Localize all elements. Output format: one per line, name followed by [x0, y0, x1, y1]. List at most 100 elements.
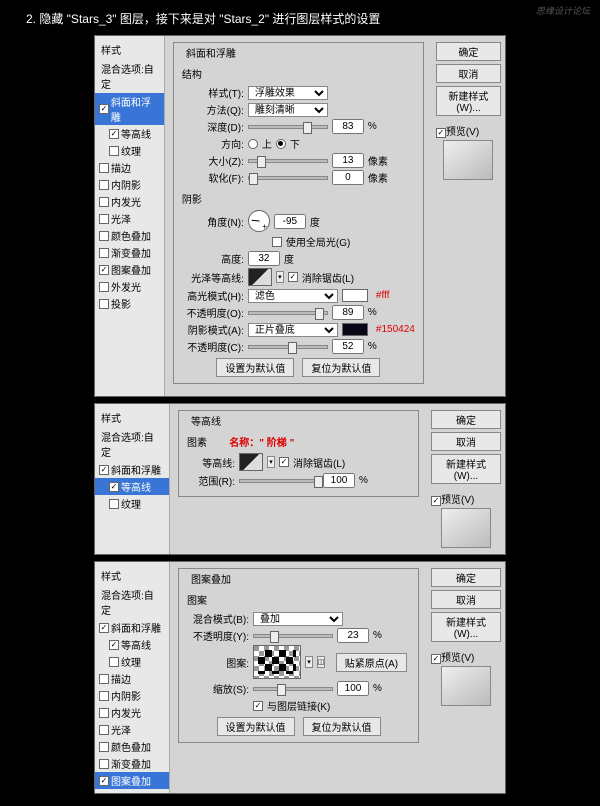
size-slider[interactable]	[248, 159, 328, 163]
range-input[interactable]	[323, 473, 355, 488]
gloss-contour-picker[interactable]	[248, 268, 272, 286]
soften-slider[interactable]	[248, 176, 328, 180]
dropdown-icon[interactable]: ▾	[267, 456, 275, 468]
range-slider[interactable]	[239, 479, 319, 483]
sidebar-item-stroke[interactable]: 描边	[95, 159, 164, 176]
checkbox-icon[interactable]	[109, 640, 119, 650]
sidebar-item-dropshadow[interactable]: 投影	[95, 295, 164, 312]
preview-checkbox[interactable]	[431, 496, 441, 506]
sidebar-item-satin[interactable]: 光泽	[95, 210, 164, 227]
checkbox-icon[interactable]	[99, 623, 109, 633]
checkbox-icon[interactable]	[109, 499, 119, 509]
blend-options-label[interactable]: 混合选项:自定	[95, 427, 169, 461]
checkbox-icon[interactable]	[99, 231, 109, 241]
sidebar-item-coloroverlay[interactable]: 颜色叠加	[95, 227, 164, 244]
sidebar-item-patternoverlay[interactable]: 图案叠加	[95, 772, 169, 789]
checkbox-icon[interactable]	[99, 708, 109, 718]
soften-input[interactable]	[332, 170, 364, 185]
checkbox-icon[interactable]	[99, 299, 109, 309]
blend-options-label[interactable]: 混合选项:自定	[95, 59, 164, 93]
blend-options-label[interactable]: 混合选项:自定	[95, 585, 169, 619]
sidebar-item-texture[interactable]: 纹理	[95, 142, 164, 159]
direction-up-radio[interactable]	[248, 139, 258, 149]
angle-dial-icon[interactable]: +	[248, 210, 270, 232]
sidebar-item-bevel[interactable]: 斜面和浮雕	[95, 93, 164, 125]
shadow-mode-select[interactable]: 正片叠底	[248, 323, 338, 337]
sidebar-item-innerglow[interactable]: 内发光	[95, 704, 169, 721]
ok-button[interactable]: 确定	[436, 42, 501, 61]
dropdown-icon[interactable]: ▾	[305, 656, 313, 668]
new-style-button[interactable]: 新建样式(W)...	[436, 86, 501, 116]
preview-checkbox[interactable]	[431, 654, 441, 664]
new-preset-icon[interactable]: ◫	[317, 656, 325, 668]
highlight-opacity-slider[interactable]	[248, 311, 328, 315]
opacity-input[interactable]	[337, 628, 369, 643]
checkbox-icon[interactable]	[99, 163, 109, 173]
ok-button[interactable]: 确定	[431, 410, 501, 429]
depth-input[interactable]	[332, 119, 364, 134]
highlight-color-swatch[interactable]	[342, 289, 368, 302]
sidebar-item-texture[interactable]: 纹理	[95, 653, 169, 670]
sidebar-item-satin[interactable]: 光泽	[95, 721, 169, 738]
reset-default-button[interactable]: 复位为默认值	[302, 358, 380, 377]
highlight-mode-select[interactable]: 滤色	[248, 289, 338, 303]
shadow-opacity-slider[interactable]	[248, 345, 328, 349]
checkbox-icon[interactable]	[109, 657, 119, 667]
cancel-button[interactable]: 取消	[431, 432, 501, 451]
reset-default-button[interactable]: 复位为默认值	[303, 717, 381, 736]
highlight-opacity-input[interactable]	[332, 305, 364, 320]
angle-input[interactable]	[274, 214, 306, 229]
checkbox-icon[interactable]	[99, 674, 109, 684]
dropdown-icon[interactable]: ▾	[276, 271, 284, 283]
checkbox-icon[interactable]	[99, 265, 109, 275]
sidebar-item-patternoverlay[interactable]: 图案叠加	[95, 261, 164, 278]
technique-select[interactable]: 雕刻清晰	[248, 103, 328, 117]
contour-picker[interactable]	[239, 453, 263, 471]
checkbox-icon[interactable]	[99, 248, 109, 258]
shadow-opacity-input[interactable]	[332, 339, 364, 354]
style-select[interactable]: 浮雕效果	[248, 86, 328, 100]
checkbox-icon[interactable]	[99, 725, 109, 735]
sidebar-item-contour[interactable]: 等高线	[95, 478, 169, 495]
size-input[interactable]	[332, 153, 364, 168]
altitude-input[interactable]	[248, 251, 280, 266]
cancel-button[interactable]: 取消	[436, 64, 501, 83]
checkbox-icon[interactable]	[99, 691, 109, 701]
set-default-button[interactable]: 设置为默认值	[217, 717, 295, 736]
sidebar-item-contour[interactable]: 等高线	[95, 125, 164, 142]
sidebar-item-stroke[interactable]: 描边	[95, 670, 169, 687]
ok-button[interactable]: 确定	[431, 568, 501, 587]
pattern-picker[interactable]	[253, 645, 301, 679]
checkbox-icon[interactable]	[99, 180, 109, 190]
sidebar-item-gradientoverlay[interactable]: 渐变叠加	[95, 244, 164, 261]
snap-origin-button[interactable]: 贴紧原点(A)	[336, 653, 407, 672]
opacity-slider[interactable]	[253, 634, 333, 638]
sidebar-item-bevel[interactable]: 斜面和浮雕	[95, 619, 169, 636]
new-style-button[interactable]: 新建样式(W)...	[431, 612, 501, 642]
checkbox-icon[interactable]	[109, 129, 119, 139]
blend-mode-select[interactable]: 叠加	[253, 612, 343, 626]
set-default-button[interactable]: 设置为默认值	[216, 358, 294, 377]
scale-input[interactable]	[337, 681, 369, 696]
sidebar-item-contour[interactable]: 等高线	[95, 636, 169, 653]
checkbox-icon[interactable]	[99, 742, 109, 752]
sidebar-item-innershadow[interactable]: 内阴影	[95, 687, 169, 704]
sidebar-item-gradientoverlay[interactable]: 渐变叠加	[95, 755, 169, 772]
global-light-checkbox[interactable]	[272, 237, 282, 247]
sidebar-item-texture[interactable]: 纹理	[95, 495, 169, 512]
preview-checkbox[interactable]	[436, 128, 446, 138]
new-style-button[interactable]: 新建样式(W)...	[431, 454, 501, 484]
antialias-checkbox[interactable]	[279, 457, 289, 467]
checkbox-icon[interactable]	[99, 104, 109, 114]
checkbox-icon[interactable]	[99, 465, 109, 475]
cancel-button[interactable]: 取消	[431, 590, 501, 609]
checkbox-icon[interactable]	[99, 282, 109, 292]
direction-down-radio[interactable]	[276, 139, 286, 149]
checkbox-icon[interactable]	[99, 214, 109, 224]
sidebar-item-bevel[interactable]: 斜面和浮雕	[95, 461, 169, 478]
sidebar-item-outerglow[interactable]: 外发光	[95, 278, 164, 295]
checkbox-icon[interactable]	[109, 146, 119, 156]
checkbox-icon[interactable]	[109, 482, 119, 492]
depth-slider[interactable]	[248, 125, 328, 129]
link-layer-checkbox[interactable]	[253, 701, 263, 711]
